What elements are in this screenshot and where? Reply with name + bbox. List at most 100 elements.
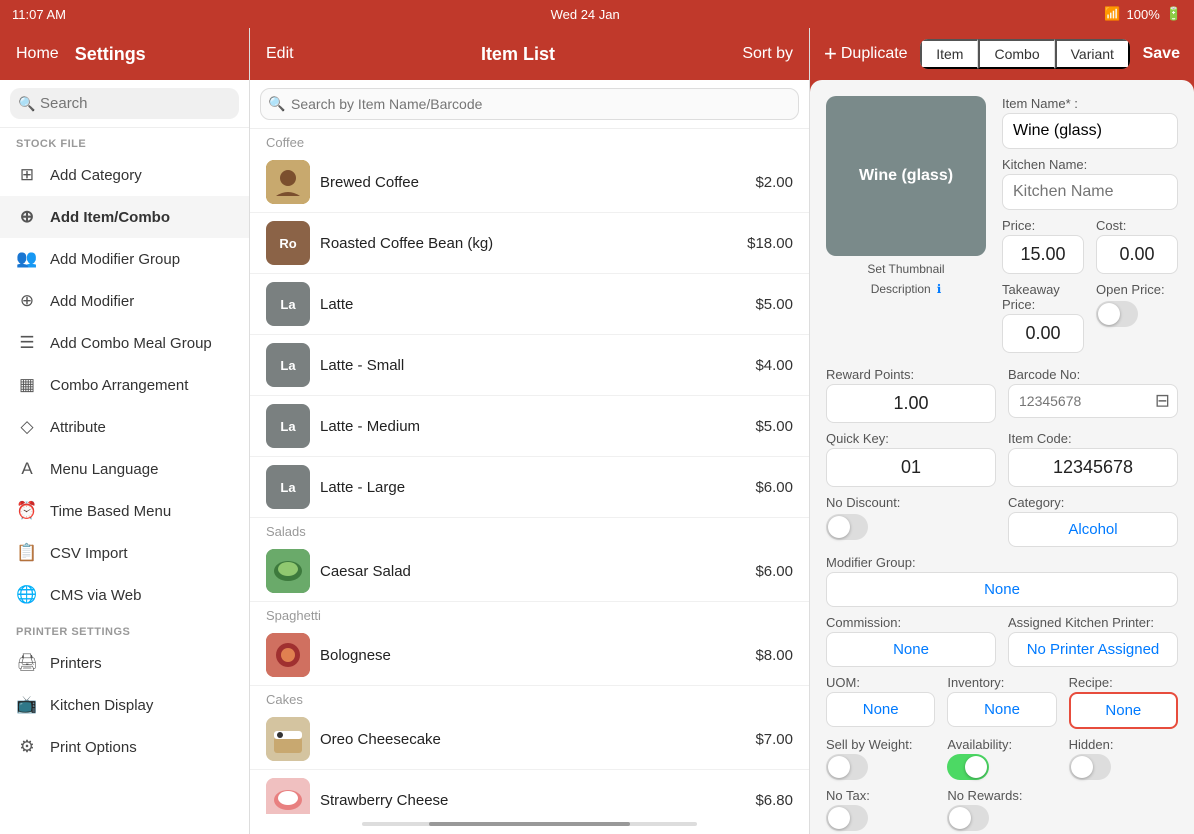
item-name: Bolognese	[320, 647, 745, 664]
segment-combo[interactable]: Combo	[978, 39, 1054, 69]
detail-top-section: Wine (glass) Set Thumbnail Description ℹ…	[826, 96, 1178, 353]
sidebar-item-csv-import[interactable]: 📋 CSV Import	[0, 532, 249, 574]
description-info-icon[interactable]: ℹ	[937, 282, 942, 296]
sidebar-item-label: Add Category	[50, 167, 142, 184]
hidden-field-group: Hidden:	[1069, 737, 1178, 780]
sidebar-item-label: CMS via Web	[50, 587, 141, 604]
barcode-input[interactable]	[1008, 384, 1178, 418]
list-search-container: 🔍	[250, 80, 809, 129]
list-item[interactable]: La Latte - Large $6.00	[250, 457, 809, 518]
commission-button[interactable]: None	[826, 632, 996, 667]
battery-icon: 🔋	[1166, 6, 1182, 22]
list-item[interactable]: Caesar Salad $6.00	[250, 541, 809, 602]
price-label: Price:	[1002, 218, 1084, 233]
item-thumbnail: La	[266, 465, 310, 509]
no-tax-toggle[interactable]	[826, 805, 868, 831]
open-price-field-group: Open Price:	[1096, 282, 1178, 353]
barcode-scan-icon[interactable]: ⊟	[1155, 391, 1170, 412]
cost-input[interactable]	[1096, 235, 1178, 274]
printer-icon: 🖨	[16, 653, 38, 673]
item-name-input[interactable]	[1002, 113, 1178, 149]
sidebar-search-input[interactable]	[10, 88, 239, 119]
item-list-scroll[interactable]: Coffee Brewed Coffee $2.00 Ro Roasted Co…	[250, 129, 809, 814]
list-search-input[interactable]	[260, 88, 799, 120]
sidebar-item-add-combo-meal-group[interactable]: ☰ Add Combo Meal Group	[0, 322, 249, 364]
list-item[interactable]: Brewed Coffee $2.00	[250, 152, 809, 213]
edit-button[interactable]: Edit	[266, 45, 294, 63]
sidebar-item-printers[interactable]: 🖨 Printers	[0, 642, 249, 684]
kitchen-printer-button[interactable]: No Printer Assigned	[1008, 632, 1178, 667]
modifier-group-button[interactable]: None	[826, 572, 1178, 607]
sell-by-weight-toggle[interactable]	[826, 754, 868, 780]
sidebar-item-add-modifier-group[interactable]: 👥 Add Modifier Group	[0, 238, 249, 280]
item-code-input[interactable]	[1008, 448, 1178, 487]
segment-item[interactable]: Item	[920, 39, 978, 69]
uom-button[interactable]: None	[826, 692, 935, 727]
sidebar-item-menu-language[interactable]: Α Menu Language	[0, 448, 249, 490]
no-rewards-toggle[interactable]	[947, 805, 989, 831]
item-thumbnail	[266, 717, 310, 761]
item-thumbnail	[266, 633, 310, 677]
item-name: Oreo Cheesecake	[320, 731, 745, 748]
sidebar-item-attribute[interactable]: ◇ Attribute	[0, 406, 249, 448]
add-item-button[interactable]: +	[824, 41, 837, 67]
barcode-wrap: ⊟	[1008, 384, 1178, 418]
sidebar-item-label: CSV Import	[50, 545, 128, 562]
takeaway-price-field-group: Takeaway Price:	[1002, 282, 1084, 353]
status-date: Wed 24 Jan	[551, 7, 620, 22]
list-item[interactable]: Bolognese $8.00	[250, 625, 809, 686]
set-thumbnail-label[interactable]: Set Thumbnail	[867, 262, 944, 276]
availability-label: Availability:	[947, 737, 1056, 752]
takeaway-price-input[interactable]	[1002, 314, 1084, 353]
sidebar-item-kitchen-display[interactable]: 📺 Kitchen Display	[0, 684, 249, 726]
item-name: Latte - Large	[320, 479, 745, 496]
list-item[interactable]: Strawberry Cheese $6.80	[250, 770, 809, 814]
list-item[interactable]: La Latte - Medium $5.00	[250, 396, 809, 457]
reward-points-label: Reward Points:	[826, 367, 996, 382]
sort-by-button[interactable]: Sort by	[742, 45, 793, 63]
sidebar-header: Home Settings	[0, 28, 249, 80]
description-row: Description ℹ	[871, 282, 942, 296]
commission-label: Commission:	[826, 615, 996, 630]
uom-inventory-recipe-row: UOM: None Inventory: None Recipe: None	[826, 675, 1178, 729]
list-item[interactable]: Ro Roasted Coffee Bean (kg) $18.00	[250, 213, 809, 274]
sidebar-item-add-category[interactable]: ⊞ Add Category	[0, 154, 249, 196]
price-input[interactable]	[1002, 235, 1084, 274]
item-thumbnail	[266, 778, 310, 814]
duplicate-button[interactable]: Duplicate	[841, 45, 908, 63]
segment-variant[interactable]: Variant	[1055, 39, 1130, 69]
reward-points-input[interactable]	[826, 384, 996, 423]
sidebar-item-time-based-menu[interactable]: ⏰ Time Based Menu	[0, 490, 249, 532]
list-item[interactable]: La Latte $5.00	[250, 274, 809, 335]
category-button[interactable]: Alcohol	[1008, 512, 1178, 547]
recipe-button[interactable]: None	[1069, 692, 1178, 729]
recipe-field-group: Recipe: None	[1069, 675, 1178, 729]
hidden-label: Hidden:	[1069, 737, 1178, 752]
sidebar-item-add-item-combo[interactable]: ⊕ Add Item/Combo	[0, 196, 249, 238]
quick-key-field-group: Quick Key:	[826, 431, 996, 487]
no-rewards-field-group: No Rewards:	[947, 788, 1056, 831]
barcode-label: Barcode No:	[1008, 367, 1178, 382]
save-button[interactable]: Save	[1143, 45, 1180, 63]
item-code-label: Item Code:	[1008, 431, 1178, 446]
list-item[interactable]: La Latte - Small $4.00	[250, 335, 809, 396]
sidebar-item-combo-arrangement[interactable]: ▦ Combo Arrangement	[0, 364, 249, 406]
quick-key-input[interactable]	[826, 448, 996, 487]
main-container: Home Settings 🔍 STOCK FILE ⊞ Add Categor…	[0, 28, 1194, 834]
open-price-toggle-row	[1096, 301, 1178, 327]
availability-toggle[interactable]	[947, 754, 989, 780]
diamond-icon: ◇	[16, 417, 38, 437]
sidebar-item-add-modifier[interactable]: ⊕ Add Modifier	[0, 280, 249, 322]
inventory-button[interactable]: None	[947, 692, 1056, 727]
no-discount-toggle[interactable]	[826, 514, 868, 540]
sidebar-item-print-options[interactable]: ⚙ Print Options	[0, 726, 249, 768]
open-price-toggle[interactable]	[1096, 301, 1138, 327]
home-link[interactable]: Home	[16, 45, 59, 63]
hidden-toggle[interactable]	[1069, 754, 1111, 780]
kitchen-name-input[interactable]	[1002, 174, 1178, 210]
quickkey-itemcode-row: Quick Key: Item Code:	[826, 431, 1178, 487]
clipboard-icon: 📋	[16, 543, 38, 563]
item-code-field-group: Item Code:	[1008, 431, 1178, 487]
sidebar-item-cms-via-web[interactable]: 🌐 CMS via Web	[0, 574, 249, 616]
list-item[interactable]: Oreo Cheesecake $7.00	[250, 709, 809, 770]
